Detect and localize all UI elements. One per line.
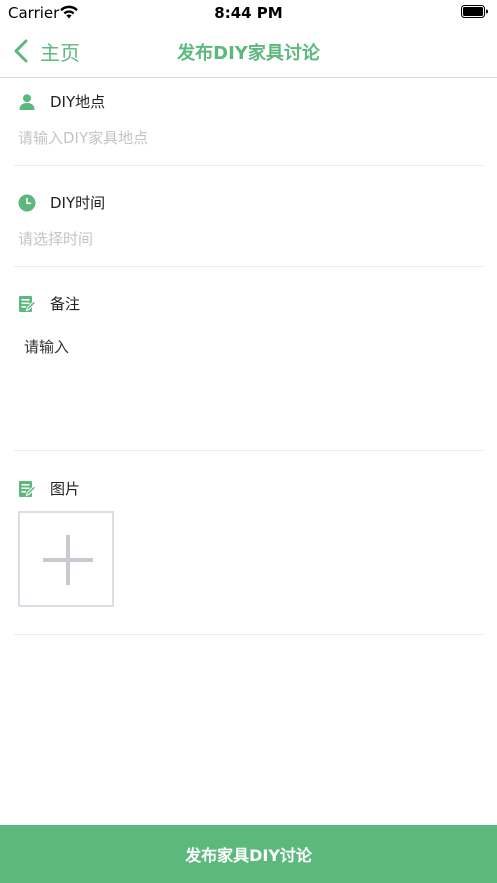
location-input[interactable] (18, 125, 478, 151)
notes-textarea[interactable] (24, 336, 479, 436)
divider (14, 266, 483, 267)
edit-note-icon (19, 295, 36, 312)
nav-bar: 主页 发布DIY家具讨论 (0, 26, 497, 78)
person-icon (19, 93, 35, 110)
time-section-header: DIY时间 (18, 192, 105, 213)
notes-label: 备注 (50, 295, 81, 313)
submit-button[interactable]: 发布家具DIY讨论 (0, 825, 497, 883)
location-section-header: DIY地点 (18, 91, 105, 112)
photos-section-header: 图片 (18, 478, 80, 499)
battery-icon (461, 5, 488, 18)
page-title: 发布DIY家具讨论 (177, 43, 320, 64)
clock-icon (18, 194, 36, 211)
edit-note-icon (19, 480, 36, 497)
photos-label: 图片 (50, 480, 81, 498)
plus-icon (43, 535, 93, 585)
status-time: 8:44 PM (214, 4, 283, 22)
divider (14, 165, 483, 166)
divider (14, 450, 483, 451)
divider (14, 634, 483, 635)
add-photo-button[interactable] (18, 511, 114, 607)
notes-section-header: 备注 (18, 293, 80, 314)
status-bar: Carrier 8:44 PM (0, 0, 497, 26)
location-label: DIY地点 (50, 93, 106, 111)
time-picker-input[interactable] (18, 226, 478, 252)
time-label: DIY时间 (50, 194, 106, 212)
